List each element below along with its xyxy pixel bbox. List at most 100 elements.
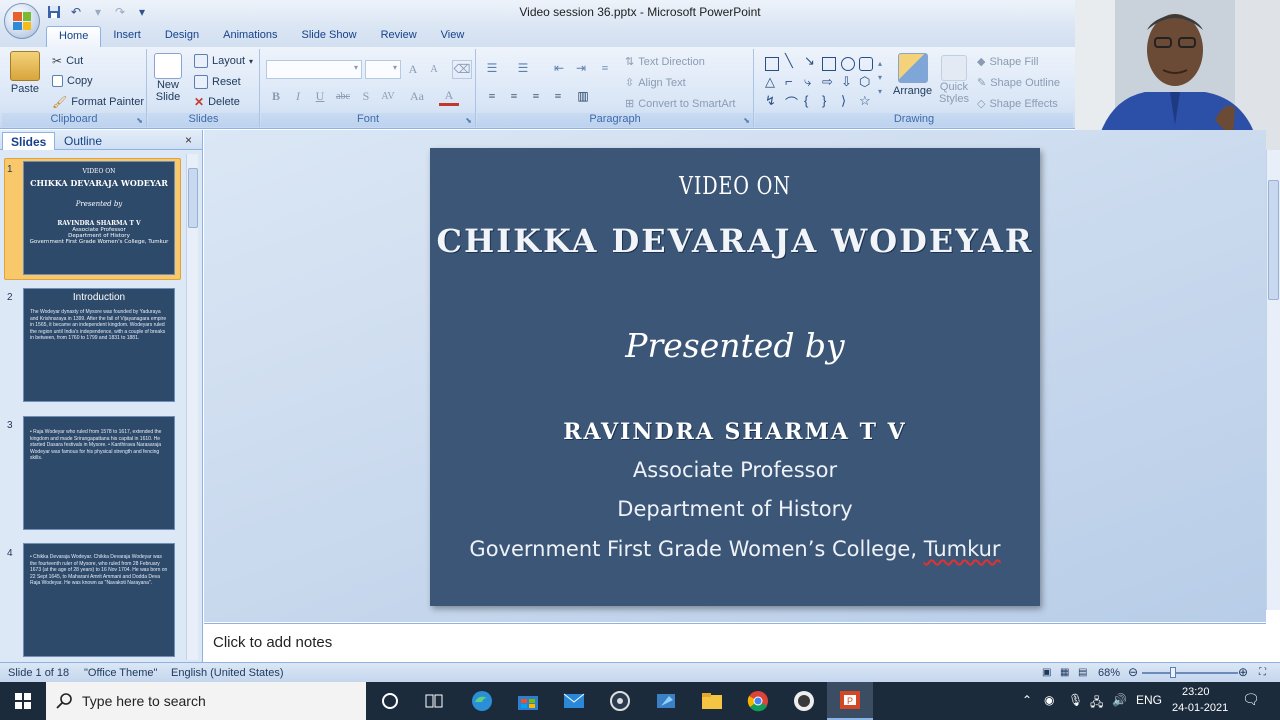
- numbering-icon[interactable]: ☰: [513, 59, 533, 78]
- hexagon-icon[interactable]: ⬡: [859, 74, 870, 90]
- oval-icon[interactable]: [841, 57, 855, 71]
- tab-outline[interactable]: Outline: [56, 132, 110, 150]
- volume-icon[interactable]: 🔊: [1112, 693, 1127, 720]
- slide-thumbnail-1[interactable]: VIDEO ON CHIKKA DEVARAJA WODEYAR Present…: [23, 161, 175, 275]
- quick-styles-button[interactable]: Quick Styles: [939, 55, 969, 105]
- freeform-icon[interactable]: ↯: [765, 93, 776, 109]
- line-spacing-icon[interactable]: ≡: [595, 59, 615, 78]
- elbow-connector-icon[interactable]: ⌐: [785, 74, 793, 89]
- slide-presented-by[interactable]: Presented by: [430, 326, 1040, 365]
- shape-outline-button[interactable]: ✎ Shape Outline: [977, 76, 1060, 90]
- decrease-indent-icon[interactable]: ⇤: [549, 59, 569, 78]
- delete-button[interactable]: ✕ Delete: [194, 95, 240, 109]
- slides-panel-scrollbar[interactable]: [186, 154, 198, 660]
- powerpoint-taskbar-icon[interactable]: P: [827, 682, 873, 720]
- bracket-icon[interactable]: ⟩: [841, 93, 846, 109]
- zoom-out-icon[interactable]: ⊖: [1128, 665, 1138, 679]
- obs-icon[interactable]: [781, 682, 827, 720]
- text-box-icon[interactable]: [765, 57, 779, 71]
- edge-browser-icon[interactable]: [459, 682, 505, 720]
- character-spacing-button[interactable]: AV: [378, 87, 398, 106]
- tab-home[interactable]: Home: [46, 26, 102, 47]
- microphone-icon[interactable]: 🎙: [1068, 693, 1083, 720]
- language-indicator[interactable]: English (United States): [171, 667, 284, 679]
- canvas-scrollbar[interactable]: [1266, 150, 1280, 610]
- current-slide[interactable]: VIDEO ON CHIKKA DEVARAJA WODEYAR Present…: [430, 148, 1040, 606]
- slide-department[interactable]: Department of History: [430, 497, 1040, 521]
- dialog-launcher-icon[interactable]: ⬊: [136, 116, 143, 125]
- font-name-combo[interactable]: ▾: [266, 60, 362, 79]
- align-center-icon[interactable]: ≡: [504, 87, 524, 106]
- right-arrow-icon[interactable]: ⇨: [822, 74, 833, 90]
- start-button[interactable]: [0, 682, 46, 720]
- clear-formatting-icon[interactable]: ⌫: [452, 60, 472, 79]
- cut-button[interactable]: ✂ Cut: [52, 54, 83, 68]
- taskbar-search[interactable]: Type here to search: [46, 682, 366, 720]
- layout-button[interactable]: Layout ▾: [194, 54, 253, 68]
- copy-button[interactable]: Copy: [52, 75, 93, 87]
- screen-recorder-icon[interactable]: [597, 682, 643, 720]
- shrink-font-button[interactable]: A: [424, 60, 444, 79]
- notification-icon[interactable]: 🗨: [1242, 691, 1260, 720]
- dialog-launcher-icon[interactable]: ⬊: [465, 116, 472, 125]
- clock-date[interactable]: 24-01-2021: [1172, 702, 1228, 720]
- scrollbar-thumb[interactable]: [188, 168, 198, 228]
- text-direction-button[interactable]: ⇅ Text Direction: [625, 55, 705, 69]
- curved-connector-icon[interactable]: ⤷: [804, 74, 811, 90]
- triangle-icon[interactable]: △: [765, 74, 775, 90]
- tab-review[interactable]: Review: [369, 26, 429, 47]
- line-icon[interactable]: ╲: [785, 53, 793, 69]
- slide-thumbnail-3[interactable]: • Raja Wodeyar who ruled from 1578 to 16…: [23, 416, 175, 530]
- tab-view[interactable]: View: [429, 26, 477, 47]
- slide-sorter-icon[interactable]: ▦: [1060, 667, 1069, 678]
- strikethrough-button[interactable]: abc: [333, 87, 353, 106]
- close-icon[interactable]: ×: [185, 133, 192, 147]
- shape-effects-button[interactable]: ◇ Shape Effects: [977, 97, 1058, 111]
- new-slide-button[interactable]: New Slide: [154, 53, 182, 103]
- fit-to-window-icon[interactable]: ⛶: [1259, 667, 1266, 678]
- font-size-combo[interactable]: ▾: [365, 60, 401, 79]
- format-painter-button[interactable]: 🖌 Format Painter: [52, 95, 144, 109]
- normal-view-icon[interactable]: ▣: [1042, 667, 1051, 678]
- zoom-in-icon[interactable]: ⊕: [1238, 665, 1248, 679]
- zoom-slider[interactable]: [1142, 672, 1238, 674]
- chrome-icon[interactable]: [735, 682, 781, 720]
- task-view-icon[interactable]: [411, 682, 457, 720]
- arrow-icon[interactable]: ↘: [804, 53, 815, 69]
- slide-title[interactable]: CHIKKA DEVARAJA WODEYAR: [430, 222, 1040, 260]
- slide-show-icon[interactable]: ▤: [1078, 667, 1087, 678]
- rounded-rect-icon[interactable]: [859, 57, 873, 71]
- tab-animations[interactable]: Animations: [211, 26, 289, 47]
- star-icon[interactable]: ☆: [859, 93, 871, 109]
- tray-app-icon[interactable]: ◉: [1044, 693, 1054, 720]
- dialog-launcher-icon[interactable]: ⬊: [743, 116, 750, 125]
- tab-design[interactable]: Design: [153, 26, 211, 47]
- gallery-scroll-icon[interactable]: ▴ ▾ ▾: [878, 57, 882, 99]
- notes-pane[interactable]: Click to add notes: [204, 623, 1266, 661]
- reset-button[interactable]: Reset: [194, 75, 241, 89]
- slide-thumbnail-2[interactable]: Introduction The Wodeyar dynasty of Myso…: [23, 288, 175, 402]
- convert-smartart-button[interactable]: ⊞ Convert to SmartArt: [625, 97, 735, 111]
- align-text-button[interactable]: ⇳ Align Text: [625, 76, 686, 90]
- font-color-button[interactable]: A: [439, 87, 459, 106]
- bold-button[interactable]: B: [266, 87, 286, 106]
- slide-line-video-on[interactable]: VIDEO ON: [491, 172, 979, 200]
- down-arrow-icon[interactable]: ⇩: [841, 74, 852, 90]
- bullets-icon[interactable]: ☰: [482, 59, 502, 78]
- input-language[interactable]: ENG: [1136, 693, 1162, 720]
- rectangle-icon[interactable]: [822, 57, 836, 71]
- underline-button[interactable]: U: [310, 87, 330, 106]
- brace-left-icon[interactable]: {: [804, 93, 808, 108]
- slide-thumbnail-4[interactable]: • Chikka Devaraja Wodeyar. Chikka Devara…: [23, 543, 175, 657]
- tab-slide-show[interactable]: Slide Show: [290, 26, 369, 47]
- italic-button[interactable]: I: [288, 87, 308, 106]
- slide-college[interactable]: Government First Grade Women’s College, …: [430, 537, 1040, 561]
- align-left-icon[interactable]: ≡: [482, 87, 502, 106]
- zoom-slider-handle[interactable]: [1170, 667, 1176, 678]
- scrollbar-thumb[interactable]: [1268, 180, 1279, 300]
- network-icon[interactable]: 🖧: [1090, 693, 1103, 720]
- file-explorer-icon[interactable]: [689, 682, 735, 720]
- brace-right-icon[interactable]: }: [822, 93, 826, 108]
- columns-icon[interactable]: ▥: [573, 87, 593, 106]
- mail-icon[interactable]: [551, 682, 597, 720]
